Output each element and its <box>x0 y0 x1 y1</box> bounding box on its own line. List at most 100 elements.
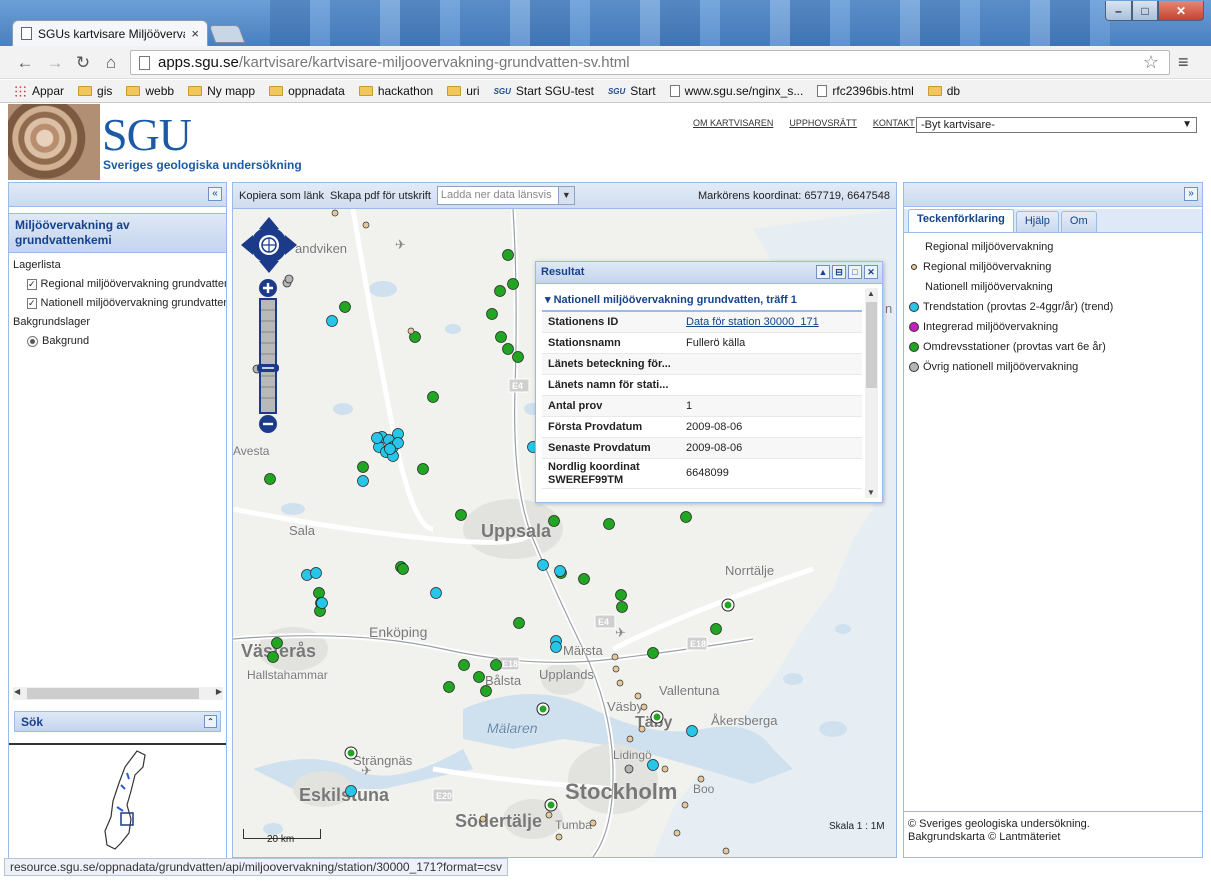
header-link[interactable]: UPPHOVSRÄTT <box>789 118 857 128</box>
new-tab-button[interactable] <box>208 25 246 43</box>
scroll-up-icon[interactable]: ▲ <box>867 289 875 298</box>
scale-text: Skala 1 : 1M <box>829 821 885 832</box>
station-omdrev-marker <box>264 473 276 485</box>
place-label: Sala <box>289 523 316 538</box>
expand-search-icon[interactable]: ⌃ <box>204 715 217 728</box>
lake-area <box>281 503 305 515</box>
tab-help[interactable]: Hjälp <box>1015 211 1059 232</box>
scroll-thumb[interactable] <box>866 302 877 388</box>
titlebar-background <box>270 0 1110 46</box>
station-data-link[interactable]: Data för station 30000_171 <box>682 316 862 328</box>
pan-control[interactable] <box>241 217 297 273</box>
bookmark-item[interactable]: www.sgu.se/nginx_s... <box>669 84 804 98</box>
place-label: Stockholm <box>565 779 677 804</box>
bookmark-item[interactable]: SGU Start SGU-test <box>494 84 594 98</box>
address-bar[interactable]: apps.sgu.se/kartvisare/kartvisare-miljoo… <box>130 50 1170 75</box>
layer-item-nationell[interactable]: ✓ Nationell miljöövervakning grundvatten <box>13 294 226 313</box>
map-canvas[interactable]: andviken Avesta Sala Uppsala Norrtälje Väster… <box>233 209 896 857</box>
station-trend-marker <box>371 432 383 444</box>
place-label: Norrtälje <box>725 563 774 578</box>
tab-legend[interactable]: Teckenförklaring <box>908 209 1014 232</box>
kartvisare-select[interactable]: -Byt kartvisare- ▼ <box>916 117 1197 133</box>
collapse-icon[interactable]: ▲ <box>816 265 830 279</box>
bookmark-item[interactable]: Ny mapp <box>188 84 255 98</box>
result-popup[interactable]: Resultat ▲ ⊟ □ ✕ ▾ Nationell miljööverva… <box>535 261 883 503</box>
bookmark-item[interactable]: gis <box>78 84 112 98</box>
result-row: Nordlig koordinat SWEREF99TM 6648099 <box>542 459 862 489</box>
place-label: Enköping <box>369 624 427 640</box>
collapse-left-button[interactable]: « <box>208 187 222 201</box>
station-ovrig-marker <box>624 764 634 774</box>
station-trend-marker <box>310 567 322 579</box>
copy-link-button[interactable]: Kopiera som länk <box>239 190 324 202</box>
bookmark-item[interactable]: Appar <box>14 84 64 98</box>
maximize-icon[interactable]: □ <box>848 265 862 279</box>
result-row: Länets namn för stati... <box>542 375 862 396</box>
bookmark-item[interactable]: oppnadata <box>269 84 345 98</box>
background-radio[interactable] <box>27 336 38 347</box>
scroll-right-icon[interactable]: ▶ <box>216 687 222 696</box>
collapse-right-button[interactable]: » <box>1184 187 1198 201</box>
copyright-lantmateriet: Bakgrundskarta © Lantmäteriet <box>908 831 1061 843</box>
station-multi-marker-core <box>724 601 732 609</box>
layer-checkbox[interactable]: ✓ <box>27 298 37 309</box>
scroll-left-icon[interactable]: ◀ <box>14 687 20 696</box>
result-row: Stationens ID Data för station 30000_171 <box>542 312 862 333</box>
result-key: Stationens ID <box>548 316 619 328</box>
close-window-button[interactable]: ✕ <box>1158 1 1204 21</box>
place-label: Tumba <box>555 818 592 832</box>
close-icon[interactable]: ✕ <box>864 265 878 279</box>
header-link[interactable]: KONTAKT <box>873 118 915 128</box>
reload-icon[interactable]: ↻ <box>72 52 94 74</box>
place-label: Uppsala <box>481 521 552 541</box>
chevron-down-icon[interactable]: ▼ <box>557 187 574 204</box>
bookmark-item[interactable]: uri <box>447 84 480 98</box>
background-option[interactable]: Bakgrund <box>13 332 222 351</box>
chrome-menu-icon[interactable]: ≡ <box>1178 52 1189 73</box>
zoom-slider[interactable] <box>257 277 279 435</box>
back-arrow-icon[interactable]: ← <box>14 52 36 74</box>
result-value: Fullerö källa <box>686 337 746 349</box>
station-omdrev-marker <box>339 301 351 313</box>
forward-arrow-icon[interactable]: → <box>44 52 66 74</box>
download-data-select[interactable]: Ladda ner data länsvis ▼ <box>436 186 575 205</box>
tab-about[interactable]: Om <box>1060 211 1097 232</box>
result-row: Stationsnamn Fullerö källa <box>542 333 862 354</box>
bookmark-label: www.sgu.se/nginx_s... <box>684 84 804 98</box>
station-regional-marker <box>479 815 487 823</box>
result-section-header[interactable]: ▾ Nationell miljöövervakning grundvatten… <box>542 290 862 312</box>
result-key: Stationsnamn <box>548 337 621 349</box>
header-links: OM KARTVISAREN UPPHOVSRÄTT KONTAKT <box>693 118 915 128</box>
home-icon[interactable]: ⌂ <box>100 52 122 74</box>
scroll-down-icon[interactable]: ▼ <box>867 488 875 497</box>
tab-close-icon[interactable]: × <box>191 26 199 41</box>
maximize-button[interactable]: □ <box>1132 1 1158 21</box>
horizontal-scrollbar[interactable]: ◀ ▶ <box>13 687 223 700</box>
folder-icon <box>358 86 373 96</box>
browser-tab[interactable]: SGUs kartvisare Miljöövervakning grundva… <box>12 20 208 46</box>
result-popup-header[interactable]: Resultat ▲ ⊟ □ ✕ <box>536 262 882 284</box>
search-panel-header[interactable]: Sök ⌃ <box>14 711 221 732</box>
scroll-thumb[interactable] <box>27 688 199 699</box>
legend-label: Regional miljöövervakning <box>923 261 1052 273</box>
station-trend-marker <box>326 315 338 327</box>
bookmark-item[interactable]: hackathon <box>358 84 433 98</box>
overview-map[interactable] <box>9 743 226 858</box>
left-panel: « Miljöövervakning av grundvattenkemi La… <box>8 182 227 858</box>
layer-item-regional[interactable]: ✓ Regional miljöövervakning grundvatten <box>13 275 226 294</box>
place-label: Södertälje <box>455 811 542 831</box>
bookmark-item[interactable]: webb <box>126 84 174 98</box>
minimize-button[interactable]: – <box>1105 1 1132 21</box>
bookmark-item[interactable]: SGU Start <box>608 84 656 98</box>
create-pdf-button[interactable]: Skapa pdf för utskrift <box>330 190 431 202</box>
bookmark-star-icon[interactable]: ☆ <box>1143 52 1159 73</box>
result-body: ▾ Nationell miljöövervakning grundvatten… <box>542 290 862 496</box>
layer-checkbox[interactable]: ✓ <box>27 279 37 290</box>
legend-marker-icon <box>909 362 919 372</box>
result-scrollbar[interactable]: ▲ ▼ <box>865 288 878 498</box>
header-link[interactable]: OM KARTVISAREN <box>693 118 773 128</box>
pin-icon[interactable]: ⊟ <box>832 265 846 279</box>
bookmark-item[interactable]: db <box>927 84 960 98</box>
station-omdrev-marker <box>647 647 659 659</box>
bookmark-item[interactable]: rfc2396bis.html <box>817 84 914 98</box>
